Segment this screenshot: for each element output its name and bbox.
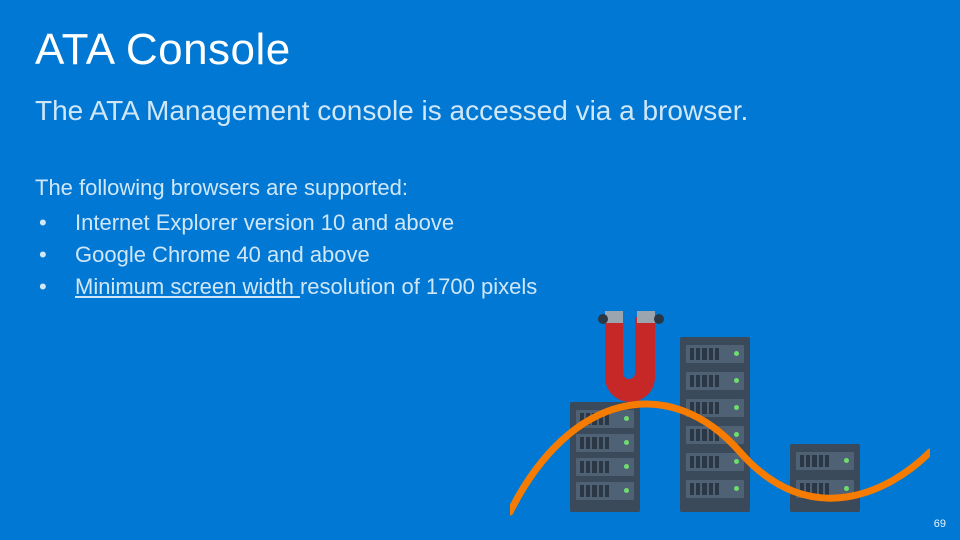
server-rack-icon <box>570 402 640 512</box>
page-number: 69 <box>934 518 946 530</box>
intro-text: The following browsers are supported: <box>35 175 925 201</box>
plain-text: resolution of 1700 pixels <box>300 274 537 299</box>
list-item-label: Internet Explorer version 10 and above <box>75 210 454 236</box>
magnet-icon <box>585 307 675 417</box>
slide-title: ATA Console <box>35 25 925 75</box>
server-rack-icon <box>790 444 860 512</box>
list-item-label: Google Chrome 40 and above <box>75 242 370 268</box>
bullet-icon: • <box>35 210 75 236</box>
slide: ATA Console The ATA Management console i… <box>0 0 960 540</box>
bullet-list: • Internet Explorer version 10 and above… <box>35 207 925 303</box>
slide-subtitle: The ATA Management console is accessed v… <box>35 95 925 127</box>
bullet-icon: • <box>35 274 75 300</box>
underlined-text: Minimum screen width <box>75 274 300 299</box>
list-item: • Google Chrome 40 and above <box>35 239 925 271</box>
list-item: • Internet Explorer version 10 and above <box>35 207 925 239</box>
list-item: • Minimum screen width resolution of 170… <box>35 271 925 303</box>
server-rack-icon <box>680 337 750 512</box>
server-illustration <box>530 312 930 512</box>
list-item-label: Minimum screen width resolution of 1700 … <box>75 274 537 300</box>
bullet-icon: • <box>35 242 75 268</box>
